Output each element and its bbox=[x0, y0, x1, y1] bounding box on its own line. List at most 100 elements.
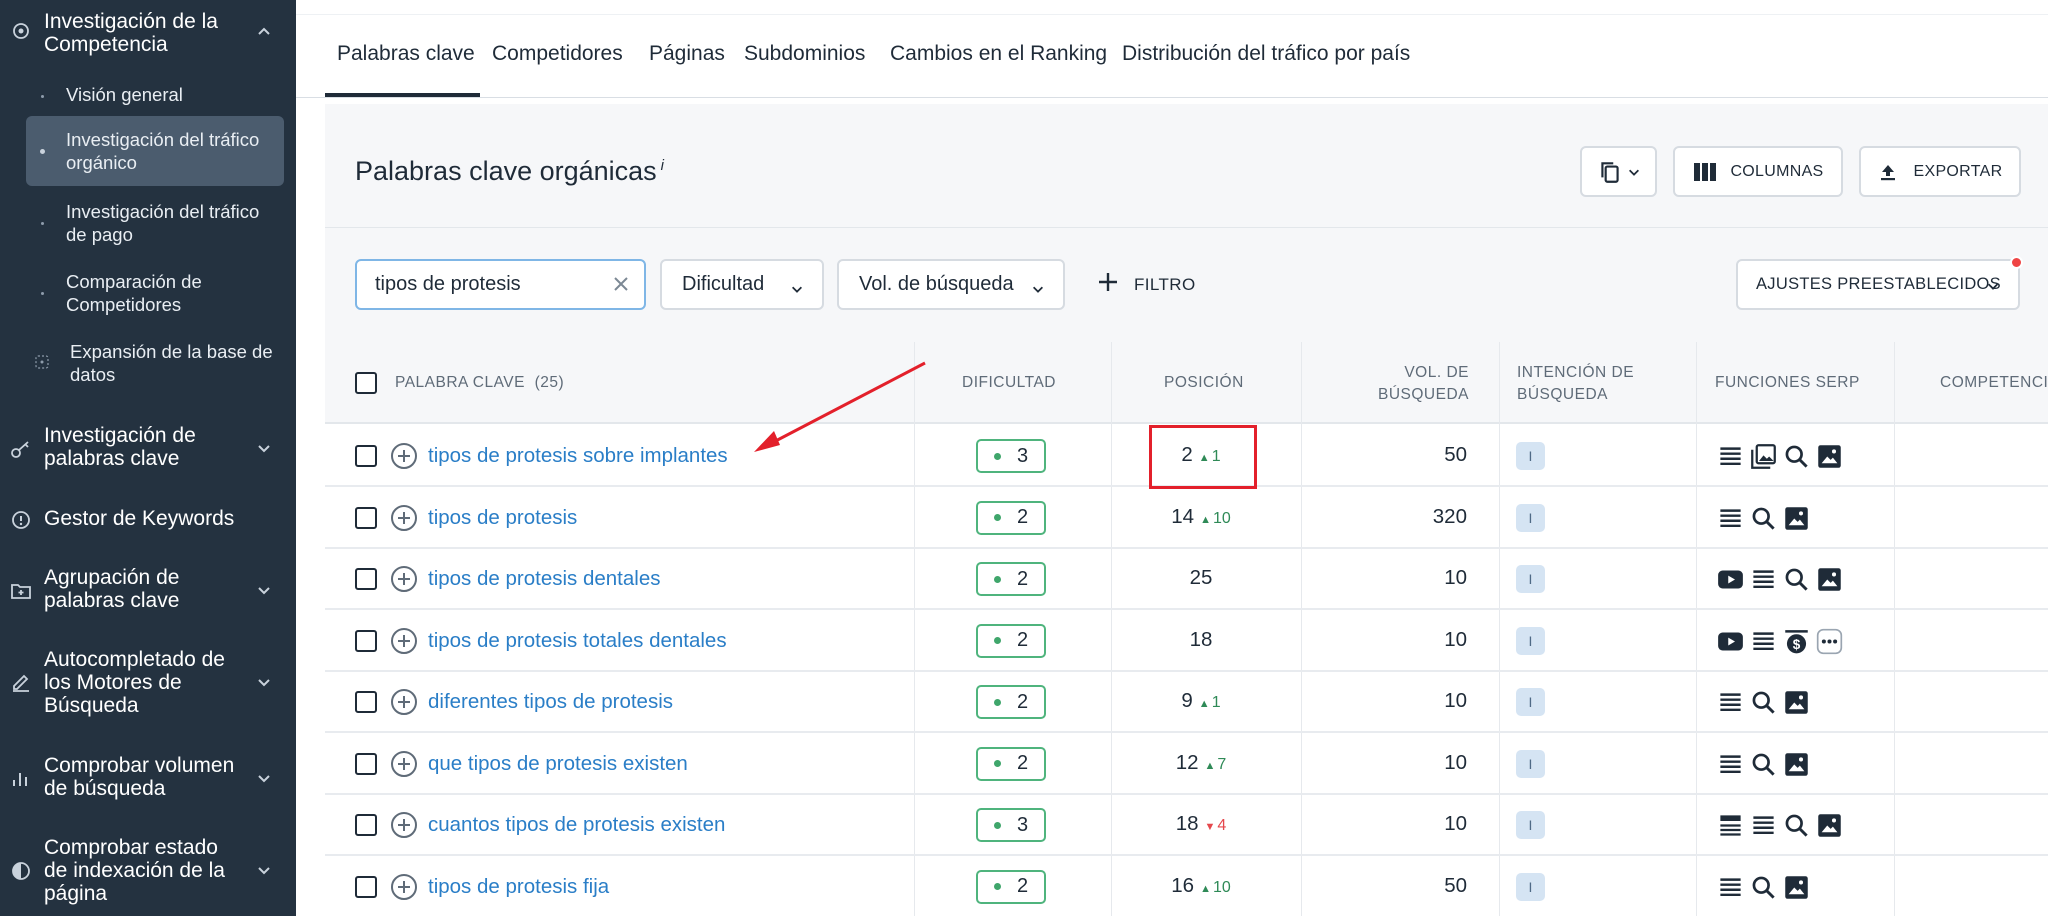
search-icon bbox=[1783, 812, 1810, 839]
select-all-checkbox[interactable] bbox=[355, 372, 377, 394]
header-search-intent-line1: INTENCIÓN DE bbox=[1517, 364, 1635, 381]
tab-subdomains[interactable]: Subdominios bbox=[744, 42, 865, 66]
header-search-intent[interactable]: INTENCIÓN DE BÚSQUEDA bbox=[1517, 362, 1634, 406]
more-icon[interactable] bbox=[1816, 628, 1843, 655]
list-icon bbox=[1717, 505, 1744, 532]
keyword-link[interactable]: tipos de protesis fija bbox=[428, 875, 609, 899]
tab-keywords[interactable]: Palabras clave bbox=[337, 42, 475, 66]
sidebar-item-database-expansion[interactable]: Expansión de la base de datos bbox=[26, 336, 284, 390]
key-icon bbox=[10, 438, 32, 460]
list-icon bbox=[1717, 751, 1744, 778]
serp-features bbox=[1717, 751, 1810, 778]
add-circle-icon[interactable] bbox=[391, 627, 417, 654]
add-circle-icon[interactable] bbox=[391, 566, 417, 592]
keyword-count: (25) bbox=[534, 374, 565, 391]
intent-badge[interactable]: I bbox=[1516, 811, 1545, 839]
header-keyword[interactable]: PALABRA CLAVE (25) bbox=[395, 372, 564, 394]
close-icon[interactable] bbox=[612, 275, 630, 293]
sidebar-section-search-volume[interactable]: Comprobar volumen de búsqueda bbox=[0, 754, 296, 806]
chevron-down-icon[interactable] bbox=[256, 440, 272, 456]
chevron-down-icon[interactable] bbox=[256, 770, 272, 786]
keyword-link[interactable]: tipos de protesis totales dentales bbox=[428, 629, 727, 653]
sidebar-item-paid-traffic[interactable]: Investigación del tráfico de pago bbox=[26, 196, 284, 250]
sidebar-section-keyword-manager[interactable]: Gestor de Keywords bbox=[0, 507, 296, 537]
header-position[interactable]: POSICIÓN bbox=[1164, 372, 1244, 394]
sidebar-section-indexing-status[interactable]: Comprobar estado de indexación de la pág… bbox=[0, 836, 296, 908]
intent-badge[interactable]: I bbox=[1516, 565, 1545, 593]
sidebar-section-keyword-grouping[interactable]: Agrupación de palabras clave bbox=[0, 566, 296, 618]
difficulty-dropdown[interactable]: Dificultad bbox=[660, 259, 824, 310]
table-row: tipos de protesis dentales 2 25 10 I bbox=[325, 549, 2048, 610]
sidebar-section-search-autocomplete[interactable]: Autocompletado de los Motores de Búsqued… bbox=[0, 648, 296, 720]
difficulty-value: 2 bbox=[1016, 690, 1029, 713]
intent-badge[interactable]: I bbox=[1516, 503, 1545, 532]
tab-traffic-by-country[interactable]: Distribución del tráfico por país bbox=[1122, 42, 1410, 66]
row-checkbox[interactable] bbox=[355, 752, 377, 775]
header-serp-features[interactable]: FUNCIONES SERP bbox=[1715, 372, 1860, 394]
difficulty-badge: 3 bbox=[976, 808, 1046, 842]
info-icon[interactable]: i bbox=[661, 157, 664, 174]
search-volume-dropdown[interactable]: Vol. de búsqueda bbox=[837, 259, 1065, 310]
keyword-link[interactable]: tipos de protesis dentales bbox=[428, 567, 660, 591]
video-icon bbox=[1717, 628, 1744, 655]
export-button[interactable]: EXPORTAR bbox=[1859, 146, 2021, 197]
add-circle-icon[interactable] bbox=[391, 689, 417, 715]
add-circle-icon[interactable] bbox=[391, 873, 417, 900]
difficulty-value: 3 bbox=[1016, 444, 1029, 467]
bullet-icon bbox=[40, 149, 45, 154]
columns-button[interactable]: COLUMNAS bbox=[1673, 146, 1843, 197]
intent-badge[interactable]: I bbox=[1516, 626, 1545, 655]
sidebar-item-competitor-comparison[interactable]: Comparación de Competidores bbox=[26, 266, 284, 320]
keyword-filter-input[interactable] bbox=[375, 273, 595, 296]
row-checkbox[interactable] bbox=[355, 875, 377, 898]
keyword-link[interactable]: cuantos tipos de protesis existen bbox=[428, 813, 725, 837]
sidebar-section-keyword-research[interactable]: Investigación de palabras clave bbox=[0, 424, 296, 476]
chevron-up-icon[interactable] bbox=[256, 24, 272, 40]
chevron-down-icon[interactable] bbox=[256, 674, 272, 690]
serp-features bbox=[1717, 443, 1843, 470]
presets-dropdown[interactable]: AJUSTES PREESTABLECIDOS bbox=[1736, 259, 2020, 310]
chevron-down-icon[interactable] bbox=[256, 582, 272, 598]
keyword-link[interactable]: tipos de protesis sobre implantes bbox=[428, 444, 728, 468]
add-filter-button[interactable]: FILTRO bbox=[1096, 270, 1196, 299]
row-checkbox[interactable] bbox=[355, 445, 377, 467]
intent-badge[interactable]: I bbox=[1516, 749, 1545, 778]
images-icon bbox=[1750, 443, 1777, 470]
intent-badge[interactable]: I bbox=[1516, 688, 1545, 716]
chevron-down-icon[interactable] bbox=[256, 862, 272, 878]
sidebar-item-vision-general[interactable]: Visión general bbox=[26, 80, 284, 112]
bullet-icon bbox=[41, 292, 44, 295]
row-checkbox[interactable] bbox=[355, 814, 377, 836]
search-icon bbox=[1750, 505, 1777, 532]
intent-badge[interactable]: I bbox=[1516, 872, 1545, 901]
row-checkbox[interactable] bbox=[355, 506, 377, 529]
pencil-icon bbox=[10, 672, 32, 694]
sidebar-item-organic-traffic[interactable]: Investigación del tráfico orgánico bbox=[26, 116, 284, 186]
difficulty-value: 2 bbox=[1016, 506, 1029, 528]
tab-competitors[interactable]: Competidores bbox=[492, 42, 623, 66]
add-circle-icon[interactable] bbox=[391, 443, 417, 469]
tab-pages[interactable]: Páginas bbox=[649, 42, 725, 66]
tab-ranking-changes[interactable]: Cambios en el Ranking bbox=[890, 42, 1107, 66]
keyword-link[interactable]: que tipos de protesis existen bbox=[428, 752, 688, 776]
header-difficulty[interactable]: DIFICULTAD bbox=[962, 372, 1056, 394]
row-checkbox[interactable] bbox=[355, 629, 377, 652]
keyword-filter-box[interactable] bbox=[355, 259, 646, 310]
active-tab-indicator bbox=[325, 93, 480, 97]
copy-menu-button[interactable] bbox=[1580, 146, 1657, 197]
list-icon bbox=[1750, 628, 1777, 655]
header-search-volume[interactable]: VOL. DE BÚSQUEDA bbox=[1325, 362, 1469, 406]
intent-badge[interactable]: I bbox=[1516, 442, 1545, 470]
add-circle-icon[interactable] bbox=[391, 750, 417, 777]
keyword-link[interactable]: diferentes tipos de protesis bbox=[428, 690, 673, 714]
header-competition[interactable]: COMPETENCIA bbox=[1940, 372, 2048, 394]
add-circle-icon[interactable] bbox=[391, 504, 417, 531]
sidebar-item-label: Expansión de la base de datos bbox=[70, 341, 273, 385]
add-circle-icon[interactable] bbox=[391, 812, 417, 838]
serp-features bbox=[1717, 874, 1810, 901]
keyword-link[interactable]: tipos de protesis bbox=[428, 506, 577, 530]
row-checkbox[interactable] bbox=[355, 568, 377, 590]
featured-list-icon bbox=[1717, 812, 1744, 839]
row-checkbox[interactable] bbox=[355, 691, 377, 713]
sidebar-section-competitor-research[interactable]: Investigación de la Competencia bbox=[0, 8, 296, 60]
